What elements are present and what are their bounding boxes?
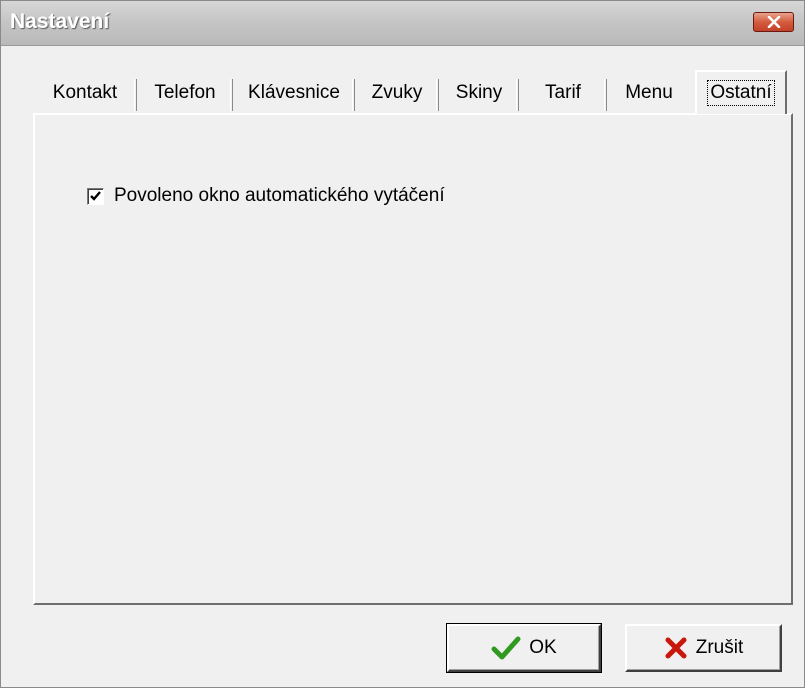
settings-dialog: Nastavení Kontakt Telefon Klávesnice Zvu… [0, 0, 805, 688]
cancel-button[interactable]: Zrušit [625, 624, 782, 672]
tab-ostatni[interactable]: Ostatní [695, 70, 787, 114]
tab-klavesnice[interactable]: Klávesnice [233, 73, 355, 113]
tab-menu[interactable]: Menu [607, 73, 691, 113]
tab-kontakt[interactable]: Kontakt [33, 73, 137, 113]
cancel-label: Zrušit [695, 637, 744, 658]
close-button[interactable] [753, 12, 794, 32]
window-title: Nastavení [10, 10, 110, 33]
ok-button[interactable]: OK [446, 623, 602, 673]
tab-telefon[interactable]: Telefon [137, 73, 233, 113]
auto-dial-checkbox[interactable] [87, 187, 104, 205]
auto-dial-option[interactable]: Povoleno okno automatického vytáčení [87, 182, 445, 210]
tab-zvuky[interactable]: Zvuky [355, 73, 439, 113]
tab-skiny[interactable]: Skiny [439, 73, 519, 113]
x-icon [664, 636, 688, 660]
checkmark-icon [491, 636, 521, 660]
tab-tarif[interactable]: Tarif [519, 73, 607, 113]
checkmark-icon [90, 190, 101, 201]
title-bar[interactable]: Nastavení [1, 1, 804, 46]
ok-label: OK [529, 637, 557, 658]
close-icon [767, 16, 781, 28]
auto-dial-label: Povoleno okno automatického vytáčení [114, 185, 445, 206]
